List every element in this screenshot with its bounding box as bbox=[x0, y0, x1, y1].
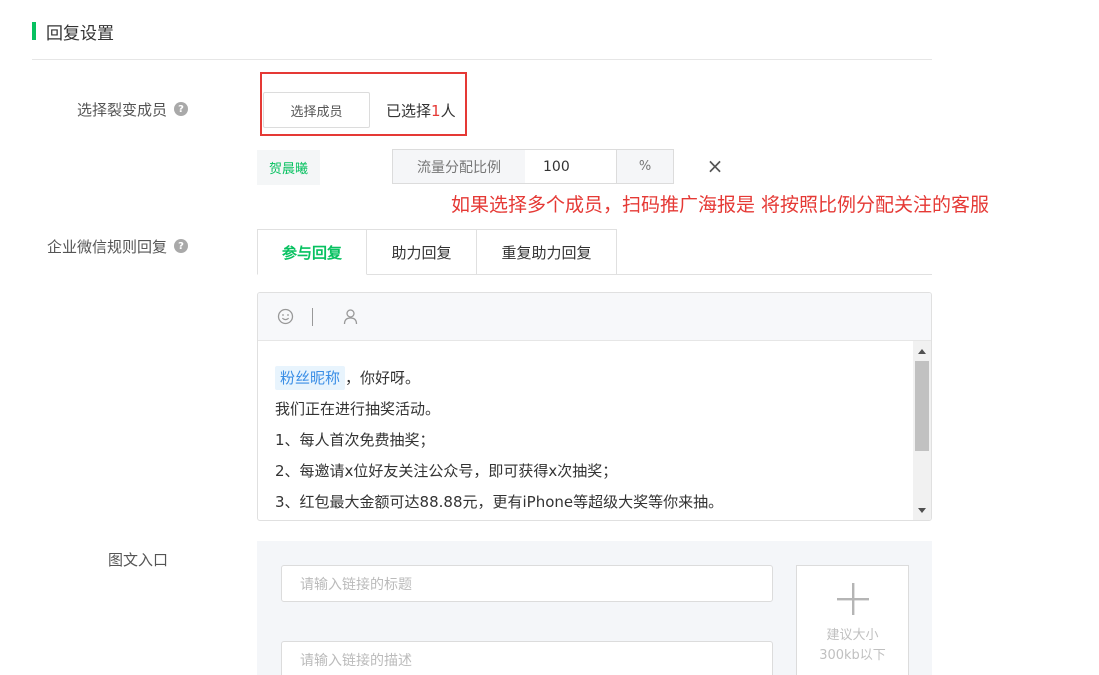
section-divider bbox=[32, 59, 932, 60]
toolbar-separator bbox=[312, 307, 313, 326]
plus-icon bbox=[836, 582, 870, 620]
scroll-up-icon[interactable] bbox=[913, 343, 931, 359]
image-entry-label-text: 图文入口 bbox=[107, 550, 168, 569]
editor-scrollbar[interactable] bbox=[913, 341, 931, 520]
select-members-label: 选择裂变成员 ? bbox=[40, 99, 188, 119]
wecom-reply-label-text: 企业微信规则回复 bbox=[46, 237, 167, 256]
section-title-bar bbox=[32, 22, 36, 40]
help-icon[interactable]: ? bbox=[174, 239, 188, 253]
reply-editor: 粉丝昵称 ，你好呀。 我们正在进行抽奖活动。 1、每人首次免费抽奖； 2、每邀请x… bbox=[257, 292, 932, 521]
section-title: 回复设置 bbox=[32, 19, 114, 44]
selected-count: 1 bbox=[431, 102, 441, 120]
editor-line: 我们正在进行抽奖活动。 bbox=[275, 400, 441, 418]
scroll-thumb[interactable] bbox=[915, 361, 929, 451]
nickname-tag[interactable]: 粉丝昵称 bbox=[275, 366, 346, 390]
upload-hint-line1: 建议大小 bbox=[826, 628, 879, 643]
first-line-text: ，你好呀。 bbox=[345, 369, 421, 387]
selected-prefix: 已选择 bbox=[386, 102, 432, 120]
image-upload-box[interactable]: 建议大小 300kb以下 bbox=[796, 565, 909, 675]
image-entry-label: 图文入口 bbox=[60, 549, 168, 569]
select-members-label-text: 选择裂变成员 bbox=[76, 100, 167, 119]
editor-line: 2、每邀请x位好友关注公众号，即可获得x次抽奖； bbox=[275, 462, 618, 480]
tab-help-reply[interactable]: 助力回复 bbox=[367, 229, 477, 275]
upload-hint-line2: 300kb以下 bbox=[819, 648, 886, 663]
editor-line: 1、每人首次免费抽奖； bbox=[275, 431, 435, 449]
ratio-label: 流量分配比例 bbox=[392, 149, 526, 184]
link-title-input[interactable]: 请输入链接的标题 bbox=[281, 565, 773, 602]
selected-count-text: 已选择1人 bbox=[386, 100, 456, 121]
link-desc-input[interactable]: 请输入链接的描述 bbox=[281, 641, 773, 675]
wecom-reply-label: 企业微信规则回复 ? bbox=[30, 236, 188, 256]
tabs-baseline bbox=[617, 274, 932, 275]
member-tag: 贺晨曦 bbox=[257, 150, 320, 185]
section-title-text: 回复设置 bbox=[46, 23, 114, 44]
selected-suffix: 人 bbox=[440, 102, 456, 120]
upload-hint: 建议大小 300kb以下 bbox=[819, 626, 886, 666]
tab-repeat-help-reply[interactable]: 重复助力回复 bbox=[477, 229, 617, 275]
emoji-icon[interactable] bbox=[276, 308, 294, 326]
ratio-input[interactable]: 100 bbox=[525, 149, 617, 184]
editor-line: 3、红包最大金额可达88.88元，更有iPhone等超级大奖等你来抽。 bbox=[275, 493, 724, 511]
editor-toolbar bbox=[258, 293, 931, 341]
select-members-button[interactable]: 选择成员 bbox=[263, 92, 370, 128]
remove-member-icon[interactable]: × bbox=[706, 154, 724, 178]
ratio-unit: % bbox=[616, 149, 674, 184]
tab-join-reply[interactable]: 参与回复 bbox=[257, 229, 367, 275]
help-icon[interactable]: ? bbox=[174, 102, 188, 116]
annotation-text: 如果选择多个成员，扫码推广海报是 将按照比例分配关注的客服 bbox=[451, 194, 990, 216]
editor-content[interactable]: 粉丝昵称 ，你好呀。 我们正在进行抽奖活动。 1、每人首次免费抽奖； 2、每邀请x… bbox=[258, 341, 913, 520]
scroll-down-icon[interactable] bbox=[913, 502, 931, 518]
user-icon[interactable] bbox=[341, 308, 359, 326]
editor-line: 粉丝昵称 ，你好呀。 bbox=[275, 363, 913, 394]
reply-tabs: 参与回复 助力回复 重复助力回复 bbox=[257, 229, 617, 275]
